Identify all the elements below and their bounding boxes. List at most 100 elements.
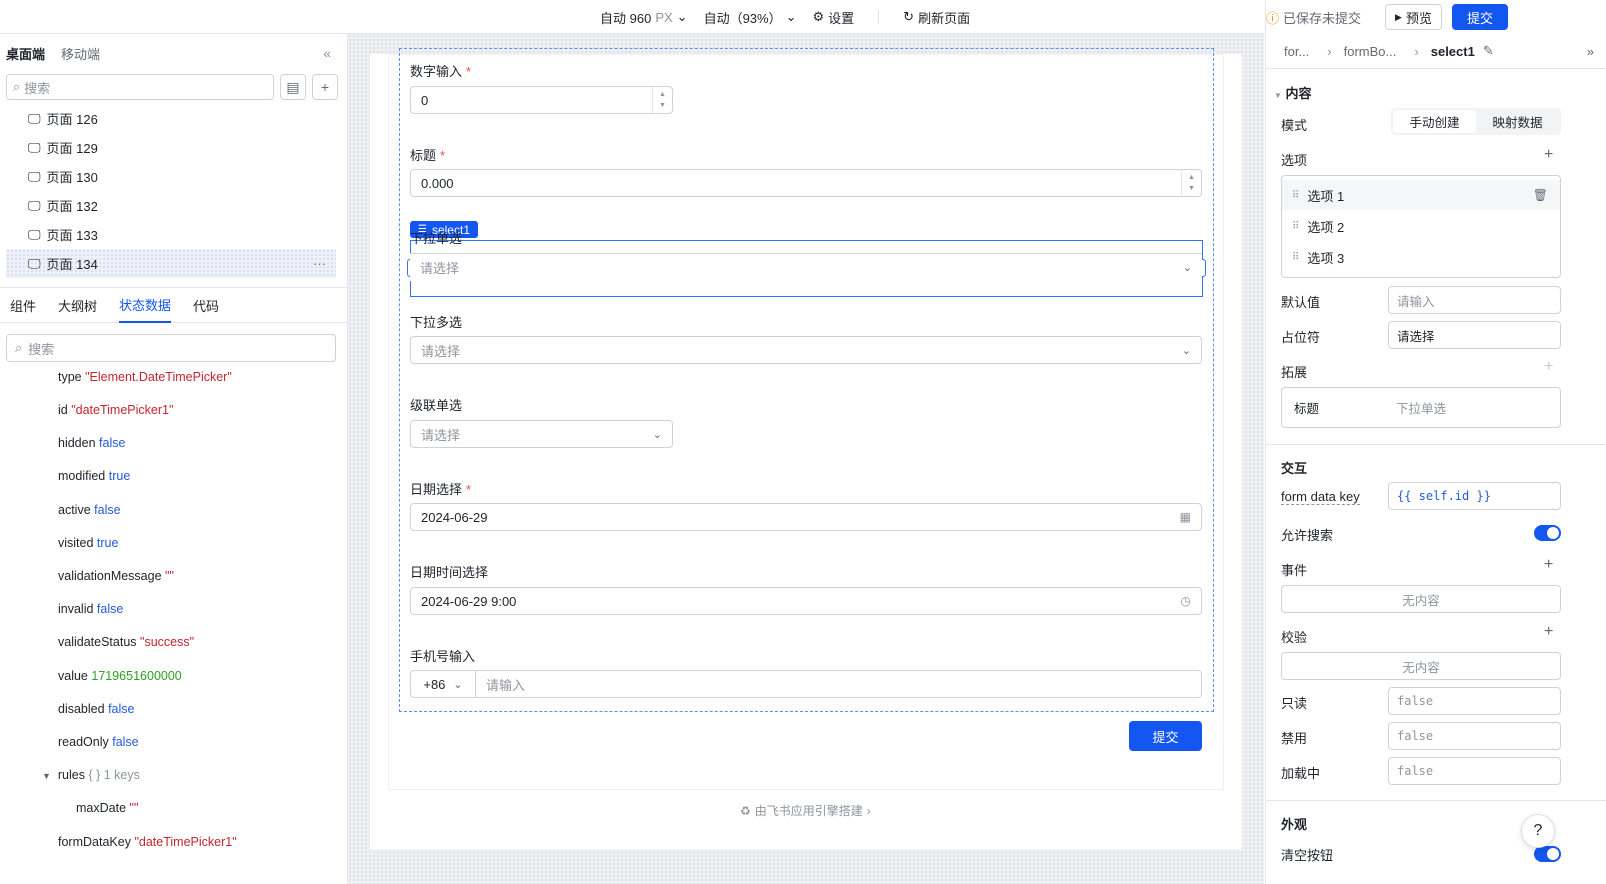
state-row[interactable]: maxDate "" bbox=[76, 801, 138, 815]
option-item[interactable]: ⠿ 选项 3 bbox=[1282, 242, 1560, 272]
number-input[interactable]: 0 ▲ ▼ bbox=[410, 86, 673, 114]
disabled-input[interactable]: false bbox=[1388, 722, 1561, 750]
tab-code[interactable]: 代码 bbox=[193, 288, 219, 323]
drag-handle-icon[interactable]: ⠿ bbox=[1292, 221, 1299, 232]
stepper-icon[interactable]: ▲ ▼ bbox=[652, 87, 672, 113]
events-label: 事件 bbox=[1281, 563, 1308, 578]
validate-empty[interactable]: 无内容 bbox=[1281, 652, 1561, 680]
section-interaction[interactable]: 交互 bbox=[1281, 458, 1307, 477]
edit-icon[interactable]: ✎ bbox=[1483, 43, 1494, 59]
placeholder-input[interactable]: 请选择 bbox=[1388, 321, 1561, 349]
page-search-input[interactable]: ⌕ 搜索 bbox=[6, 74, 274, 100]
chevron-down-icon: ⌄ bbox=[1182, 262, 1192, 274]
expand-icon[interactable]: » bbox=[1587, 44, 1594, 59]
form-submit-button[interactable]: 提交 bbox=[1129, 721, 1202, 751]
state-row[interactable]: hidden false bbox=[58, 436, 125, 450]
drag-handle-icon[interactable]: ⠿ bbox=[1292, 252, 1299, 263]
field-label: 日期选择 * bbox=[410, 482, 472, 497]
more-icon[interactable]: ··· bbox=[313, 256, 326, 271]
add-page-button[interactable]: + bbox=[312, 74, 338, 100]
add-option-icon[interactable]: + bbox=[1544, 146, 1553, 164]
submit-button[interactable]: 提交 bbox=[1451, 4, 1508, 30]
monitor-icon: 🖵 bbox=[28, 226, 41, 242]
clear-button-toggle[interactable] bbox=[1534, 846, 1561, 862]
state-row[interactable]: invalid false bbox=[58, 602, 123, 616]
page-item[interactable]: 🖵 页面 130 bbox=[6, 162, 336, 191]
page-item[interactable]: 🖵 页面 126 bbox=[6, 104, 336, 133]
width-selector[interactable]: 自动 960 PX ⌄ bbox=[600, 8, 688, 27]
extend-box[interactable]: 标题 下拉单选 bbox=[1281, 387, 1561, 428]
country-code-select[interactable]: +86 ⌄ bbox=[411, 671, 476, 697]
collapse-icon[interactable]: « bbox=[323, 45, 331, 61]
field-label: 日期时间选择 bbox=[410, 565, 489, 580]
state-row[interactable]: disabled false bbox=[58, 702, 134, 716]
add-validate-icon[interactable]: + bbox=[1544, 623, 1553, 641]
drag-handle-icon[interactable]: ⠿ bbox=[1292, 190, 1299, 201]
formkey-input[interactable]: {{ self.id }} bbox=[1388, 482, 1561, 510]
tab-state-data[interactable]: 状态数据 bbox=[119, 288, 172, 323]
state-row[interactable]: visited true bbox=[58, 536, 118, 550]
tab-mobile[interactable]: 移动端 bbox=[61, 44, 100, 63]
page-item[interactable]: 🖵 页面 133 bbox=[6, 220, 336, 249]
tab-desktop[interactable]: 桌面端 bbox=[6, 44, 45, 63]
search-icon: ⌕ bbox=[13, 79, 21, 94]
state-search-input[interactable]: ⌕ 搜索 bbox=[6, 334, 336, 362]
add-event-icon[interactable]: + bbox=[1544, 556, 1553, 574]
readonly-input[interactable]: false bbox=[1388, 687, 1561, 715]
page-template-button[interactable]: ▤ bbox=[280, 74, 306, 100]
state-row-expandable[interactable]: ▼ rules { } 1 keys bbox=[42, 768, 140, 782]
refresh-button[interactable]: ↻ 刷新页面 bbox=[903, 8, 970, 27]
caret-down-icon[interactable]: ▼ bbox=[42, 771, 51, 781]
state-row[interactable]: validationMessage "" bbox=[58, 569, 174, 583]
stepper-icon[interactable]: ▲ ▼ bbox=[1181, 170, 1201, 196]
section-appearance[interactable]: 外观 bbox=[1281, 814, 1307, 833]
preview-button[interactable]: ▶ 预览 bbox=[1385, 4, 1442, 30]
multi-select[interactable]: 请选择 ⌄ bbox=[410, 336, 1202, 364]
single-select[interactable]: 请选择 ⌄ bbox=[410, 253, 1202, 281]
monitor-icon: 🖵 bbox=[28, 255, 41, 271]
state-row[interactable]: formDataKey "dateTimePicker1" bbox=[58, 835, 237, 849]
state-row[interactable]: readOnly false bbox=[58, 735, 139, 749]
zoom-selector[interactable]: 自动（93%） ⌄ bbox=[704, 8, 797, 27]
allow-search-toggle[interactable] bbox=[1534, 525, 1561, 541]
options-label: 选项 bbox=[1281, 153, 1308, 168]
state-row[interactable]: type "Element.DateTimePicker" bbox=[58, 370, 232, 384]
loading-input[interactable]: false bbox=[1388, 757, 1561, 785]
tab-outline[interactable]: 大纲树 bbox=[58, 288, 97, 323]
option-item[interactable]: ⠿ 选项 2 bbox=[1282, 211, 1560, 241]
width-label: 自动 960 bbox=[600, 10, 652, 26]
add-extend-icon[interactable]: + bbox=[1544, 358, 1553, 376]
option-item[interactable]: ⠿ 选项 1 🗑 bbox=[1282, 180, 1560, 210]
plus-icon: + bbox=[320, 79, 330, 95]
title-number-input[interactable]: 0.000 ▲ ▼ bbox=[410, 169, 1202, 197]
warning-icon: ⓘ bbox=[1266, 10, 1280, 26]
date-picker[interactable]: 2024-06-29 ▦ bbox=[410, 503, 1202, 531]
help-icon[interactable]: ? bbox=[1521, 814, 1555, 848]
page-item[interactable]: 🖵 页面 129 bbox=[6, 133, 336, 162]
default-value-input[interactable]: 请输入 bbox=[1388, 286, 1561, 314]
datetime-picker[interactable]: 2024-06-29 9:00 ◷ bbox=[410, 587, 1202, 615]
mode-map-option[interactable]: 映射数据 bbox=[1476, 110, 1559, 133]
settings-button[interactable]: ⚙ 设置 bbox=[813, 8, 855, 27]
state-row[interactable]: id "dateTimePicker1" bbox=[58, 403, 173, 417]
design-canvas[interactable]: 数字输入 * 0 ▲ ▼ 标题 * 0.000 ▲ ▼ ☰ select1 下拉单选 请… bbox=[348, 34, 1264, 884]
phone-input[interactable]: +86 ⌄ 请输入 bbox=[410, 670, 1202, 698]
cascader-select[interactable]: 请选择 ⌄ bbox=[410, 420, 673, 448]
state-row[interactable]: active false bbox=[58, 503, 121, 517]
tab-components[interactable]: 组件 bbox=[10, 288, 36, 323]
trash-icon[interactable]: 🗑 bbox=[1533, 188, 1548, 202]
breadcrumb-item[interactable]: for... bbox=[1284, 44, 1309, 59]
state-row[interactable]: value 1719651600000 bbox=[58, 669, 182, 683]
page-item[interactable]: 🖵 页面 132 bbox=[6, 191, 336, 220]
powered-by[interactable]: ♻ 由飞书应用引擎搭建 › bbox=[740, 802, 871, 819]
state-row[interactable]: validateStatus "success" bbox=[58, 635, 194, 649]
chevron-down-icon: ⌄ bbox=[1181, 344, 1191, 357]
breadcrumb-item[interactable]: formBo... bbox=[1344, 44, 1397, 59]
events-empty[interactable]: 无内容 bbox=[1281, 585, 1561, 613]
mode-manual-option[interactable]: 手动创建 bbox=[1393, 110, 1476, 133]
section-content[interactable]: ▼ 内容 bbox=[1274, 83, 1312, 102]
page-item-selected[interactable]: 🖵 页面 134 ··· bbox=[6, 249, 336, 278]
top-center-controls: 自动 960 PX ⌄ 自动（93%） ⌄ ⚙ 设置 ↻ 刷新页面 bbox=[600, 0, 970, 34]
logo-icon: ♻ bbox=[740, 803, 751, 818]
state-row[interactable]: modified true bbox=[58, 469, 130, 483]
